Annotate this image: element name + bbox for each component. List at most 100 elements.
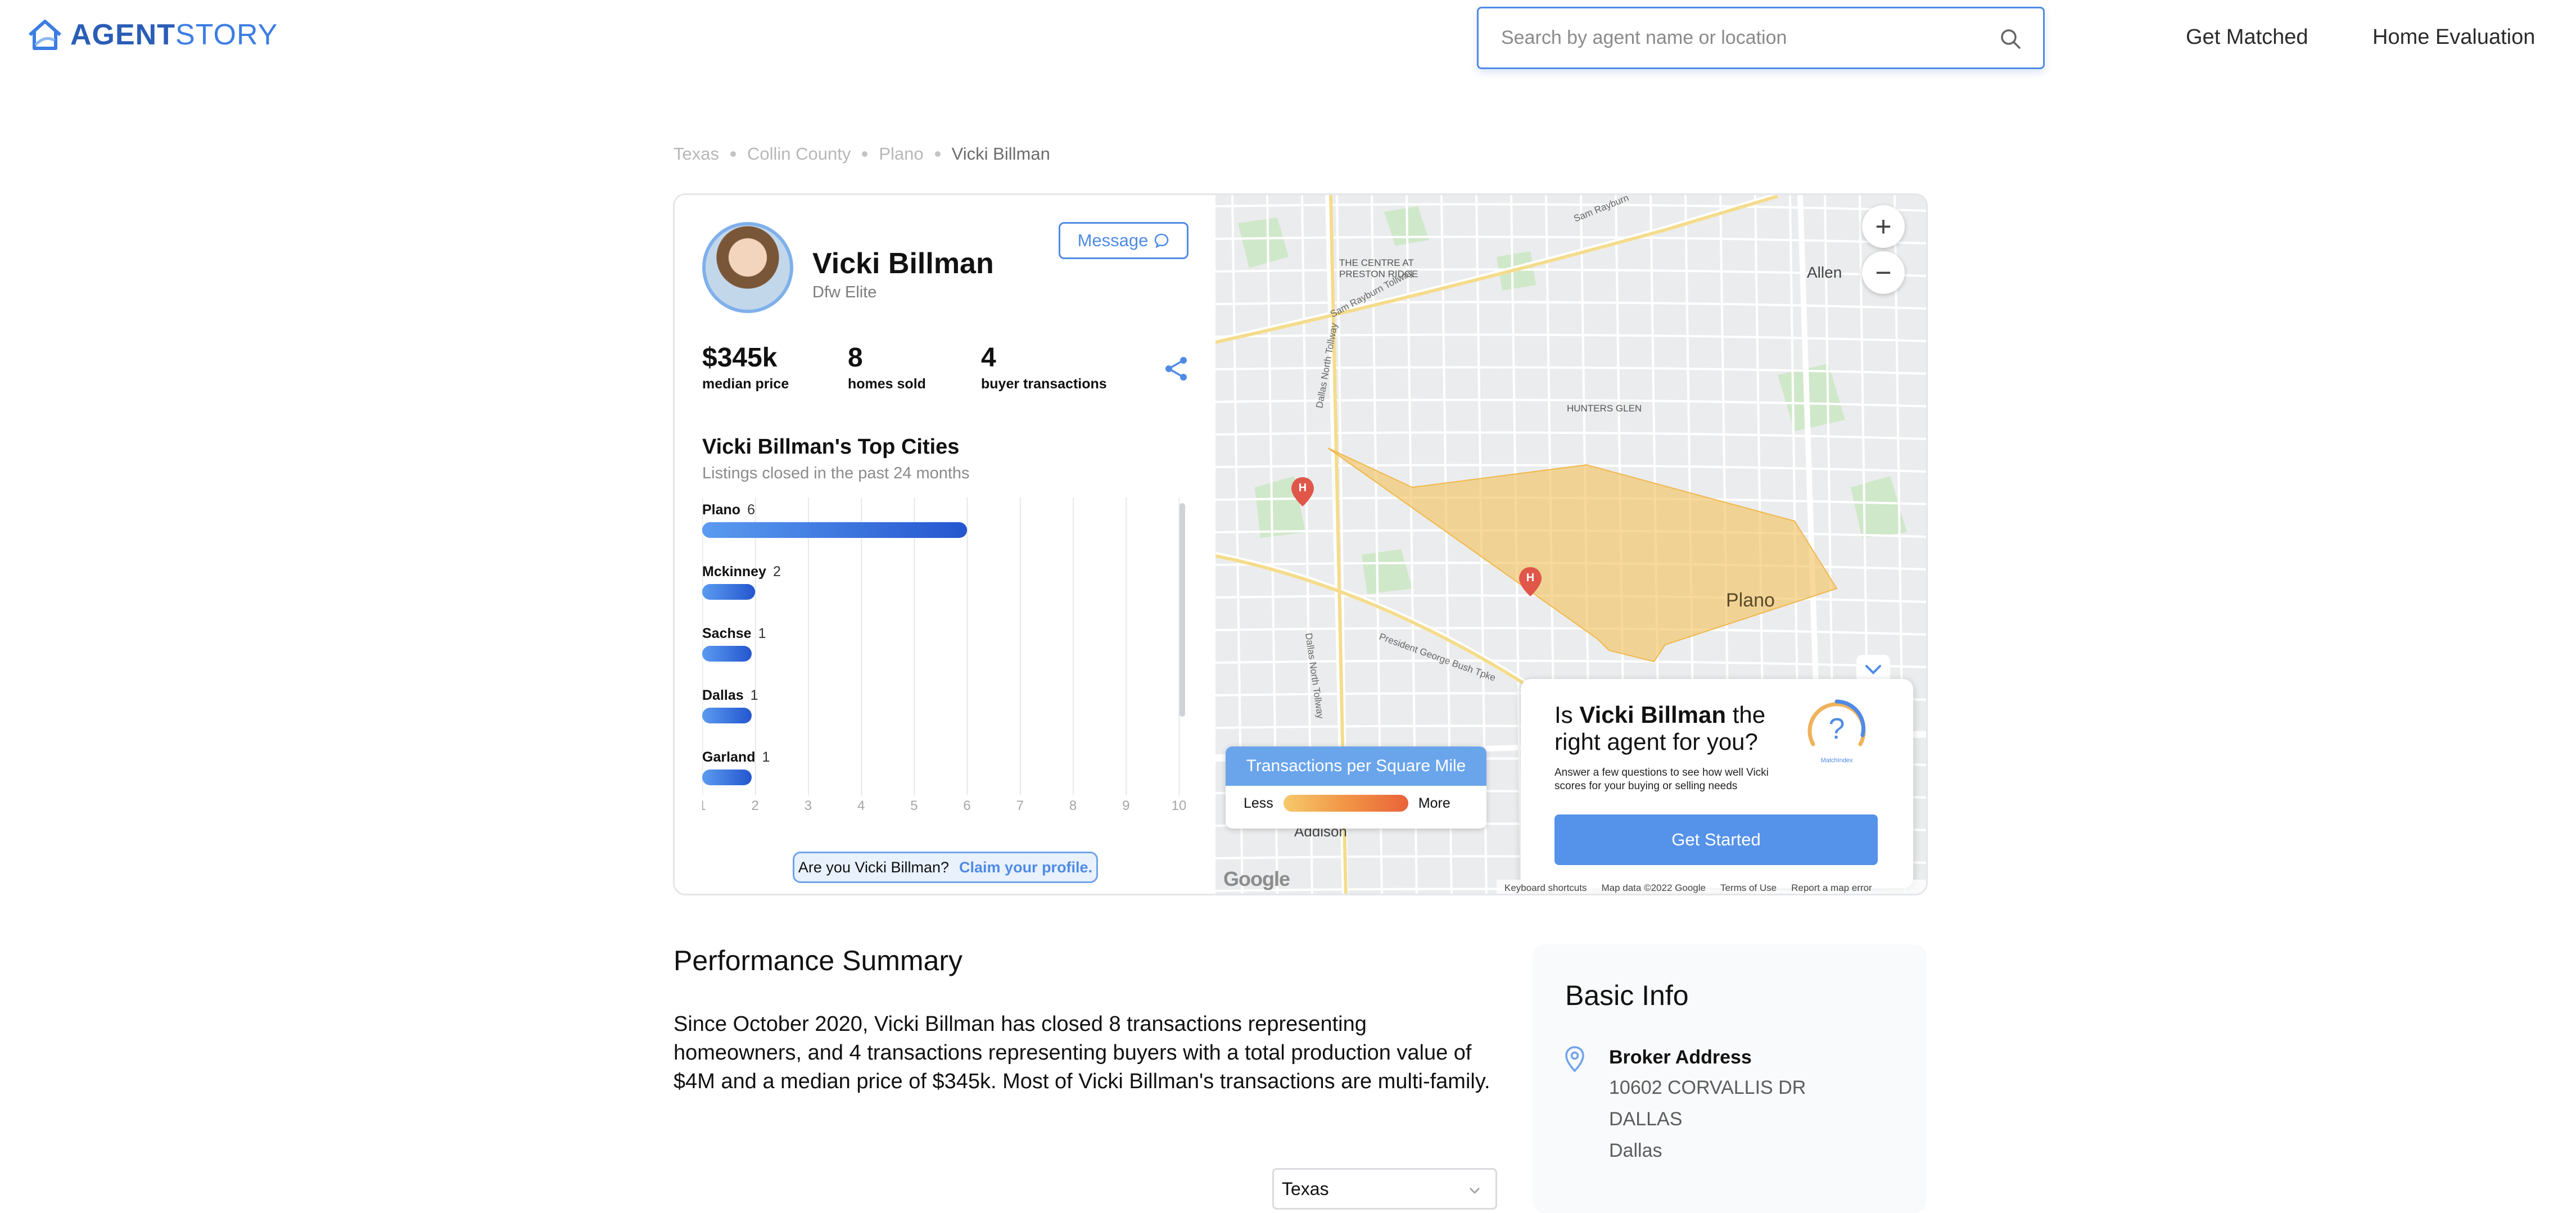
legend-less-label: Less	[1244, 795, 1273, 811]
chart-value-label: 2	[773, 564, 781, 580]
get-started-button[interactable]: Get Started	[1554, 814, 1878, 865]
street-line	[1215, 203, 1926, 212]
match-card-title: Is Vicki Billman the right agent for you…	[1554, 701, 1766, 755]
map-place-label: HUNTERS GLEN	[1567, 403, 1642, 414]
street-line	[1215, 333, 1926, 342]
breadcrumb-current: Vicki Billman	[951, 144, 1050, 164]
top-cities-bar-chart: 1 2 3 4 5 6 7 8 9 10 Plano 6 Mckinney 2 Sachse 1 Dallas 1…	[702, 497, 1186, 812]
keyboard-shortcuts-link[interactable]: Keyboard shortcuts	[1504, 882, 1587, 894]
map-place-label: Allen	[1807, 264, 1842, 281]
breadcrumb-texas[interactable]: Texas	[674, 144, 719, 164]
chart-bar[interactable]	[702, 770, 752, 785]
map-data-credit: Map data ©2022 Google	[1601, 882, 1706, 893]
basic-info-panel: Basic Info Broker Address 10602 CORVALLI…	[1533, 944, 1927, 1213]
svg-text:H: H	[1526, 572, 1534, 584]
claim-question: Are you Vicki Billman?	[798, 858, 950, 876]
map-zoom-in-button[interactable]: +	[1862, 205, 1905, 248]
chart-x-tick-label: 9	[1122, 798, 1129, 812]
street-line	[1215, 627, 1926, 636]
match-card-description: Answer a few questions to see how well V…	[1554, 767, 1769, 792]
broker-address-city: DALLAS	[1609, 1108, 1683, 1130]
agent-brokerage: Dfw Elite	[812, 283, 877, 301]
performance-summary-text: Since October 2020, Vicki Billman has cl…	[674, 1012, 1490, 1093]
stat-buyer-transactions-label: buyer transactions	[981, 376, 1107, 392]
message-button-label: Message	[1077, 230, 1149, 250]
chart-x-tick-label: 6	[963, 798, 970, 812]
top-cities-subtitle: Listings closed in the past 24 months	[702, 464, 970, 482]
gauge-caption: MatchIndex	[1821, 757, 1853, 764]
search-icon[interactable]	[1999, 28, 2022, 50]
top-cities-title: Vicki Billman's Top Cities	[702, 435, 960, 459]
broker-address-label: Broker Address	[1609, 1047, 1752, 1068]
broker-address-street: 10602 CORVALLIS DR	[1609, 1077, 1806, 1098]
chart-value-label: 1	[758, 626, 766, 641]
house-logo-icon	[29, 20, 61, 50]
breadcrumb-separator	[730, 151, 736, 157]
chart-value-label: 1	[762, 749, 770, 765]
agentstory-logo[interactable]: AGENTSTORY	[28, 18, 278, 52]
chart-scrollbar[interactable]	[1179, 503, 1185, 717]
breadcrumb-separator	[862, 151, 868, 157]
breadcrumb: Texas Collin County Plano Vicki Billman	[674, 144, 1050, 164]
search-bar[interactable]	[1477, 7, 2045, 69]
state-select-value: Texas	[1282, 1178, 1329, 1199]
chart-category-label: Plano	[702, 502, 740, 518]
claim-profile-banner[interactable]: Are you Vicki Billman? Claim your profil…	[793, 852, 1098, 883]
chart-x-tick-label: 1	[702, 798, 706, 812]
street-line	[1215, 301, 1926, 310]
svg-text:H: H	[1299, 482, 1307, 494]
street-line	[1215, 659, 1926, 668]
stat-homes-sold-label: homes sold	[848, 376, 926, 392]
match-index-gauge-icon: ? MatchIndex	[1807, 699, 1866, 764]
chart-x-tick-label: 7	[1016, 798, 1024, 812]
map-place-label: THE CENTRE AT	[1339, 257, 1414, 268]
chart-bar[interactable]	[702, 708, 752, 723]
stat-median-price-label: median price	[702, 376, 789, 392]
chart-x-tick-label: 10	[1172, 798, 1186, 812]
chart-bar[interactable]	[702, 584, 756, 600]
map-attribution-bar: Keyboard shortcuts Map data ©2022 Google…	[1497, 880, 1926, 894]
logo-wordmark: AGENTSTORY	[70, 19, 278, 51]
chart-value-label: 6	[747, 502, 755, 518]
nav-get-matched[interactable]: Get Matched	[2186, 25, 2308, 49]
breadcrumb-separator	[934, 151, 941, 157]
chart-x-tick-label: 8	[1069, 798, 1077, 812]
chat-bubble-icon	[1155, 233, 1169, 248]
gauge-symbol: ?	[1829, 713, 1845, 745]
map-zoom-out-button[interactable]: −	[1862, 251, 1905, 294]
legend-title: Transactions per Square Mile	[1226, 746, 1486, 786]
chart-category-label: Garland	[702, 749, 755, 765]
get-matched-card: Is Vicki Billman the right agent for you…	[1521, 679, 1913, 888]
basic-info-title: Basic Info	[1565, 980, 1689, 1011]
agent-name: Vicki Billman	[812, 247, 994, 280]
performance-summary-title: Performance Summary	[674, 945, 963, 976]
claim-profile-link[interactable]: Claim your profile.	[959, 859, 1092, 876]
state-select[interactable]: Texas	[1272, 1168, 1497, 1210]
breadcrumb-collin-county[interactable]: Collin County	[747, 144, 851, 164]
chevron-down-icon	[1470, 1188, 1480, 1194]
message-button[interactable]: Message	[1059, 222, 1188, 259]
nav-home-evaluation[interactable]: Home Evaluation	[2372, 25, 2535, 49]
broker-address-region: Dallas	[1609, 1140, 1662, 1161]
chart-x-tick-label: 4	[857, 798, 865, 812]
report-map-error-link[interactable]: Report a map error	[1791, 882, 1872, 894]
breadcrumb-plano[interactable]: Plano	[879, 144, 923, 164]
chart-x-tick-label: 2	[752, 798, 759, 812]
transactions-map[interactable]: H H Allen Plano Addison THE CENTRE AT PRESTO…	[1215, 195, 1926, 894]
terms-of-use-link[interactable]: Terms of Use	[1720, 882, 1777, 894]
search-input[interactable]	[1501, 8, 1996, 67]
chart-bar[interactable]	[702, 646, 752, 662]
share-icon[interactable]	[1162, 355, 1190, 383]
chart-category-label: Dallas	[702, 687, 744, 703]
map-road-label: Dallas North Tollway	[1303, 632, 1326, 719]
agent-avatar	[702, 222, 793, 313]
street-line	[1215, 431, 1926, 440]
legend-scale: Less More	[1244, 795, 1450, 812]
chart-category-label: Mckinney	[702, 564, 766, 580]
chart-value-label: 1	[751, 687, 758, 703]
street-line	[1215, 236, 1926, 245]
google-logo[interactable]: Google	[1223, 867, 1290, 891]
chart-bar[interactable]	[702, 522, 968, 538]
map-place-label: Plano	[1726, 590, 1775, 611]
stat-buyer-transactions-value: 4	[981, 343, 996, 373]
